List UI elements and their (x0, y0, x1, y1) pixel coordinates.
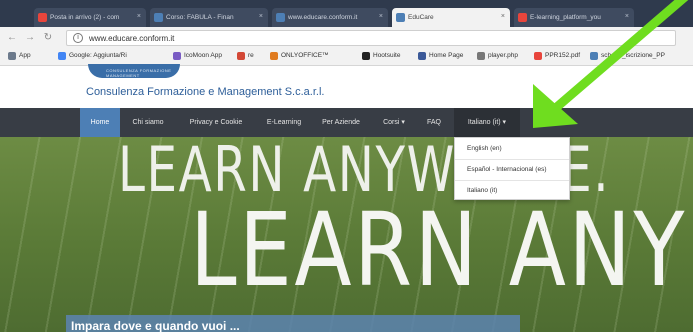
main-navbar: Home Chi siamo Privacy e Cookie E-Learni… (0, 108, 693, 137)
forward-icon[interactable]: → (24, 32, 36, 44)
close-icon[interactable]: × (137, 13, 141, 20)
tab-label: Posta in arrivo (2) - com (50, 14, 120, 21)
mail-icon (237, 52, 245, 60)
site-icon (276, 13, 285, 22)
bookmark-re[interactable]: re (237, 52, 254, 60)
nav-privacy[interactable]: Privacy e Cookie (178, 108, 254, 137)
browser-tab-elearning[interactable]: E-learning_platform_you × (514, 8, 634, 27)
bookmark-apps[interactable]: App (8, 52, 31, 60)
company-name: Consulenza Formazione e Management S.c.a… (86, 86, 325, 98)
language-dropdown: English (en) Español - Internacional (es… (454, 137, 570, 200)
bookmark-homepage[interactable]: Home Page (418, 52, 463, 60)
url-text: www.educare.conform.it (89, 34, 175, 43)
pdf-icon (534, 52, 542, 60)
close-icon[interactable]: × (379, 13, 383, 20)
browser-tab-strip: Posta in arrivo (2) - com × Corso: FABUL… (0, 0, 693, 27)
gmail-icon (38, 13, 47, 22)
address-bar: ← → ↻ i www.educare.conform.it (0, 27, 693, 49)
back-icon[interactable]: ← (6, 32, 18, 44)
tab-label: EduCare (408, 14, 434, 21)
bookmark-icomoon[interactable]: IcoMoon App (173, 52, 222, 60)
bookmark-ppr[interactable]: PPR152.pdf (534, 52, 580, 60)
browser-tab-educare[interactable]: EduCare × (392, 8, 510, 27)
language-option-en[interactable]: English (en) (455, 139, 569, 159)
hootsuite-icon (362, 52, 370, 60)
nav-home[interactable]: Home (80, 108, 120, 137)
info-icon[interactable]: i (73, 33, 83, 43)
hero-caption: Impara dove e quando vuoi ... (71, 319, 240, 332)
nav-per-aziende[interactable]: Per Aziende (315, 108, 367, 137)
bookmark-hootsuite[interactable]: Hootsuite (362, 52, 400, 60)
apps-icon (8, 52, 16, 60)
hero-banner: LEARN ANYWHERE. LEARN ANY Impara dove e … (0, 137, 693, 332)
nav-corsi[interactable]: Corsi ▾ (374, 108, 414, 137)
language-option-it[interactable]: Italiano (it) (455, 181, 569, 201)
tab-label: www.educare.conform.it (288, 14, 358, 21)
google-icon (58, 52, 66, 60)
pdf-icon (518, 13, 527, 22)
browser-tab-conform[interactable]: www.educare.conform.it × (272, 8, 388, 27)
doc-icon (590, 52, 598, 60)
close-icon[interactable]: × (625, 13, 629, 20)
bookmark-google[interactable]: Google: Aggiunta/Ri (58, 52, 127, 60)
hero-caption-box: Impara dove e quando vuoi ... (66, 315, 520, 332)
tab-label: E-learning_platform_you (530, 14, 601, 21)
browser-tab-course[interactable]: Corso: FABULA - Finan × (150, 8, 268, 27)
bookmark-player[interactable]: player.php (477, 52, 518, 60)
browser-tab-gmail[interactable]: Posta in arrivo (2) - com × (34, 8, 146, 27)
logo-subtitle: CONSULENZA FORMAZIONE MANAGEMENT (106, 68, 172, 78)
site-icon (154, 13, 163, 22)
site-icon (396, 13, 405, 22)
bookmark-scheda[interactable]: scheda_iscrizione_PP (590, 52, 665, 60)
bookmark-onlyoffice[interactable]: ONLYOFFICE™ (270, 52, 329, 60)
language-option-es[interactable]: Español - Internacional (es) (455, 160, 569, 180)
onlyoffice-icon (270, 52, 278, 60)
nav-elearning[interactable]: E-Learning (258, 108, 310, 137)
nav-language-toggle[interactable]: Italiano (it) ▾ (454, 108, 520, 137)
url-field[interactable]: i www.educare.conform.it (66, 30, 676, 46)
globe-icon (477, 52, 485, 60)
tab-label: Corso: FABULA - Finan (166, 14, 234, 21)
icomoon-icon (173, 52, 181, 60)
nav-chi-siamo[interactable]: Chi siamo (125, 108, 171, 137)
hero-headline-2: LEARN ANY (190, 191, 687, 310)
nav-faq[interactable]: FAQ (420, 108, 448, 137)
close-icon[interactable]: × (501, 13, 505, 20)
site-header: CONSULENZA FORMAZIONE MANAGEMENT Consule… (0, 64, 693, 108)
facebook-icon (418, 52, 426, 60)
company-logo[interactable]: CONSULENZA FORMAZIONE MANAGEMENT (88, 64, 180, 78)
close-icon[interactable]: × (259, 13, 263, 20)
reload-icon[interactable]: ↻ (42, 32, 54, 44)
